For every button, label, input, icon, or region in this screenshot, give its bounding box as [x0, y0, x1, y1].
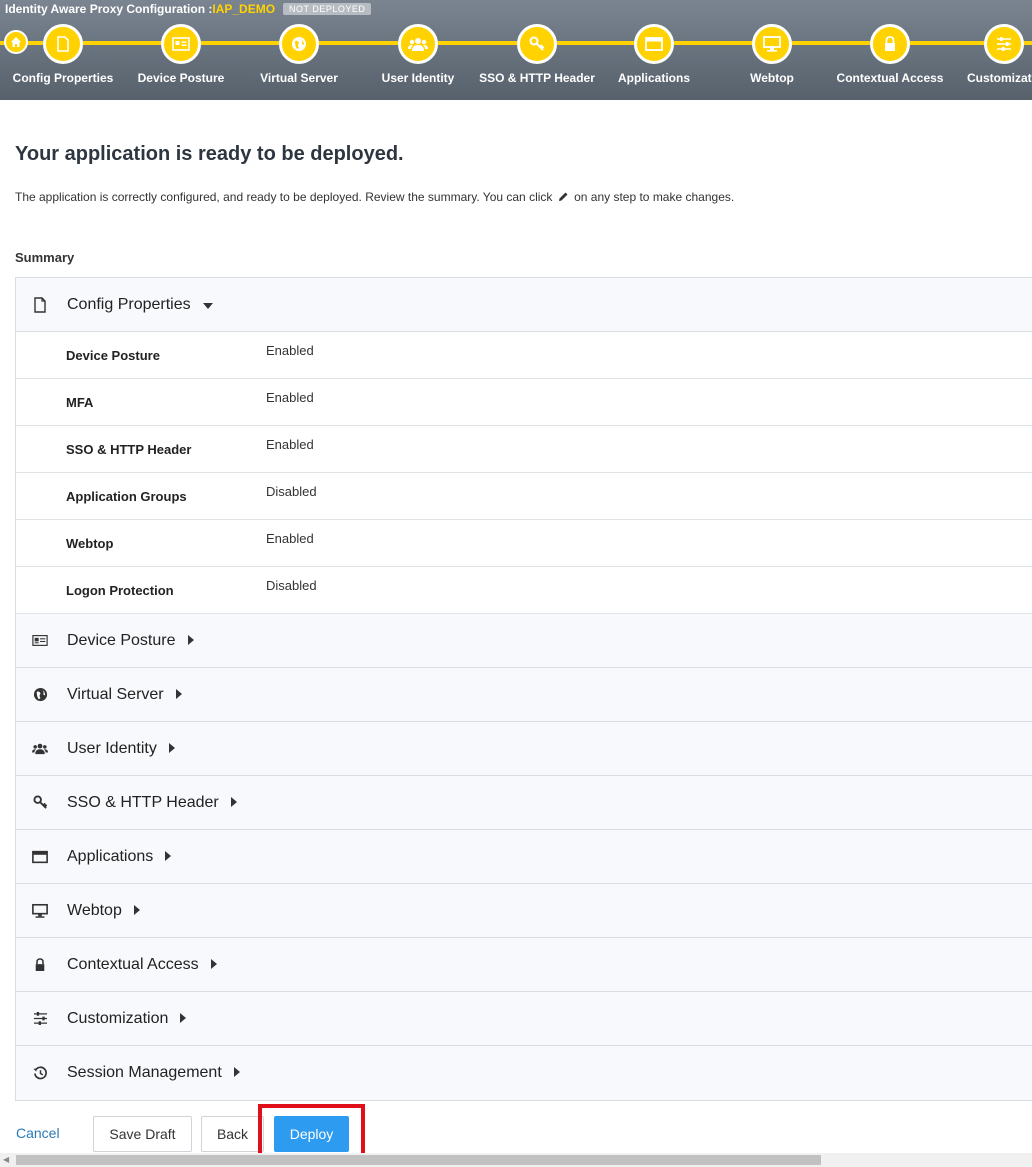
section-title: Device Posture: [67, 631, 176, 649]
row-value: Disabled: [266, 578, 317, 593]
section-title: Applications: [67, 847, 154, 865]
caret-right-icon: [187, 632, 194, 650]
row-label: Device Posture: [66, 348, 160, 363]
key-icon: [517, 24, 557, 64]
section-config-properties[interactable]: Config Properties: [16, 278, 1032, 332]
section-title: SSO & HTTP Header: [67, 793, 219, 811]
section-sso-http-header[interactable]: SSO & HTTP Header: [16, 776, 1032, 830]
caret-right-icon: [175, 686, 182, 704]
status-badge: NOT DEPLOYED: [283, 3, 372, 15]
save-draft-button[interactable]: Save Draft: [93, 1116, 192, 1152]
table-row: MFA Enabled: [16, 379, 1032, 426]
row-value: Enabled: [266, 437, 314, 452]
caret-down-icon: [202, 296, 213, 314]
monitor-icon: [32, 903, 48, 919]
sliders-icon: [984, 24, 1024, 64]
app-name: IAP_DEMO: [212, 2, 276, 16]
users-icon: [32, 741, 48, 757]
section-virtual-server[interactable]: Virtual Server: [16, 668, 1032, 722]
description-text: The application is correctly configured,…: [15, 190, 553, 204]
description-text: on any step to make changes.: [574, 190, 735, 204]
id-card-icon: [161, 24, 201, 64]
section-device-posture[interactable]: Device Posture: [16, 614, 1032, 668]
section-customization[interactable]: Customization: [16, 992, 1032, 1046]
section-webtop[interactable]: Webtop: [16, 884, 1032, 938]
lock-icon: [32, 957, 48, 973]
page-heading: Your application is ready to be deployed…: [15, 143, 404, 165]
summary-label: Summary: [15, 250, 75, 265]
section-title: Contextual Access: [67, 955, 199, 973]
caret-right-icon: [180, 1010, 187, 1028]
summary-panel: Config Properties Device Posture Enabled…: [15, 277, 1032, 1101]
step-customization[interactable]: Customizati: [934, 24, 1032, 85]
history-icon: [32, 1065, 48, 1081]
row-value: Enabled: [266, 343, 314, 358]
section-title: User Identity: [67, 739, 157, 757]
caret-right-icon: [165, 848, 172, 866]
scroll-left-arrow-icon[interactable]: ◀: [3, 1155, 9, 1164]
row-label: Webtop: [66, 536, 114, 551]
window-icon: [634, 24, 674, 64]
row-label: Logon Protection: [66, 583, 174, 598]
section-user-identity[interactable]: User Identity: [16, 722, 1032, 776]
row-value: Enabled: [266, 390, 314, 405]
section-title: Config Properties: [67, 295, 191, 313]
window-icon: [32, 849, 48, 865]
file-icon: [43, 24, 83, 64]
row-value: Enabled: [266, 531, 314, 546]
row-label: Application Groups: [66, 489, 187, 504]
table-row: Device Posture Enabled: [16, 332, 1032, 379]
row-label: SSO & HTTP Header: [66, 442, 192, 457]
page-description: The application is correctly configured,…: [15, 190, 734, 205]
users-icon: [398, 24, 438, 64]
globe-icon: [279, 24, 319, 64]
row-value: Disabled: [266, 484, 317, 499]
sliders-icon: [32, 1011, 48, 1027]
id-card-icon: [32, 633, 48, 649]
row-label: MFA: [66, 395, 94, 410]
caret-right-icon: [133, 902, 140, 920]
deploy-button[interactable]: Deploy: [274, 1116, 349, 1152]
config-properties-rows: Device Posture Enabled MFA Enabled SSO &…: [16, 332, 1032, 614]
section-title: Virtual Server: [67, 685, 164, 703]
wizard-header: Identity Aware Proxy Configuration : IAP…: [0, 0, 1032, 100]
scrollbar-thumb[interactable]: [16, 1155, 821, 1165]
table-row: Logon Protection Disabled: [16, 567, 1032, 614]
caret-right-icon: [210, 956, 217, 974]
section-contextual-access[interactable]: Contextual Access: [16, 938, 1032, 992]
caret-right-icon: [230, 794, 237, 812]
cancel-link[interactable]: Cancel: [16, 1125, 60, 1141]
pencil-icon: [558, 191, 569, 205]
file-icon: [32, 296, 48, 313]
monitor-icon: [752, 24, 792, 64]
table-row: Application Groups Disabled: [16, 473, 1032, 520]
lock-icon: [870, 24, 910, 64]
table-row: SSO & HTTP Header Enabled: [16, 426, 1032, 473]
section-session-management[interactable]: Session Management: [16, 1046, 1032, 1100]
section-title: Webtop: [67, 901, 122, 919]
section-title: Session Management: [67, 1064, 222, 1081]
globe-icon: [32, 687, 48, 703]
step-label: Customizati: [967, 71, 1032, 85]
caret-right-icon: [168, 740, 175, 758]
table-row: Webtop Enabled: [16, 520, 1032, 567]
key-icon: [32, 795, 48, 811]
title-bar: Identity Aware Proxy Configuration : IAP…: [5, 1, 372, 17]
back-button[interactable]: Back: [201, 1116, 264, 1152]
section-applications[interactable]: Applications: [16, 830, 1032, 884]
caret-right-icon: [233, 1064, 240, 1082]
section-title: Customization: [67, 1009, 169, 1027]
app-title: Identity Aware Proxy Configuration :: [5, 2, 213, 16]
